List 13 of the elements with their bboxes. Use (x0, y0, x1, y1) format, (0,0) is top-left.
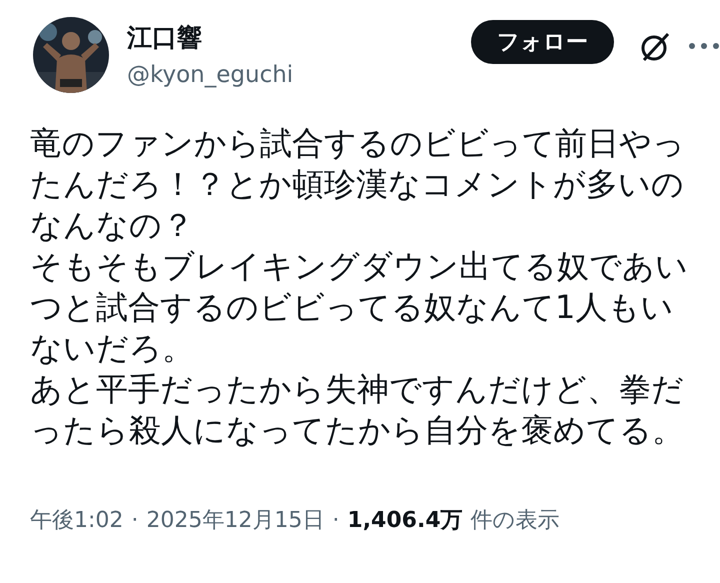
post-text: そもそもブレイキングダウン出てる奴であいつと試合するのビビってる奴なんて1人もいないだろ。 (30, 246, 689, 369)
post-text: 竜のファンから試合するのビビって前日やったんだろ！？とか頓珍漢なコメントが多いのなんなの？ (30, 123, 686, 246)
views-label: 件の表示 (470, 507, 560, 535)
post-text: あと平手だったから失神ですんだけど、拳だったら殺人になってたから自分を褒めてる。 (30, 369, 685, 451)
author-handle[interactable]: @kyon_eguchi (127, 62, 294, 88)
post-time[interactable]: 午後1:02 (30, 505, 124, 535)
author-name[interactable]: 江口響 (127, 21, 294, 54)
more-icon[interactable] (688, 41, 720, 51)
post-date[interactable]: 2025年12月15日 (146, 505, 324, 535)
follow-button[interactable]: フォロー (471, 20, 614, 64)
separator-dot: · (131, 508, 138, 533)
views-count: 1,406.4万 (347, 507, 463, 535)
separator-dot: · (332, 508, 340, 533)
